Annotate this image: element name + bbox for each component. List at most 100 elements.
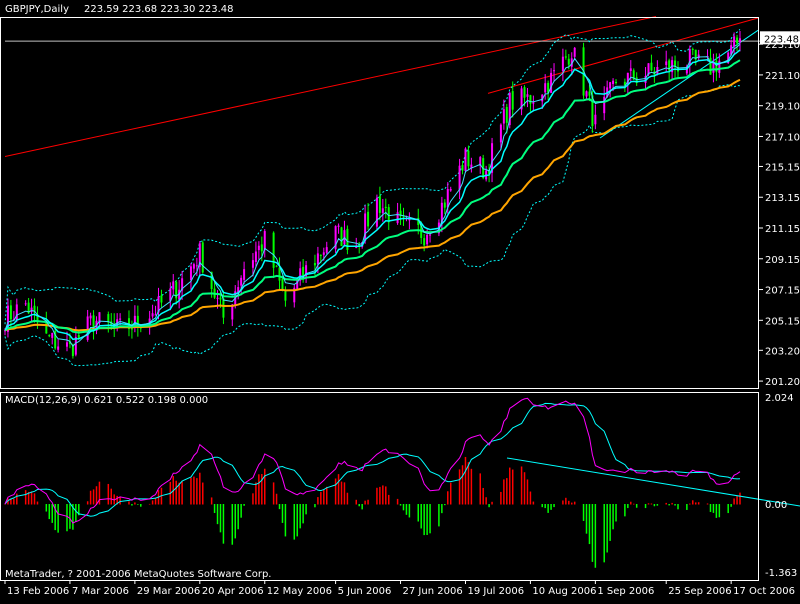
candle-body — [615, 81, 618, 84]
candle-body — [313, 263, 316, 266]
price-axis-label: 201.20 — [765, 377, 800, 388]
candle-body — [322, 252, 325, 255]
candle-body — [544, 83, 547, 93]
chart-svg: GBPJPY,Daily 223.59 223.68 223.30 223.48… — [0, 4, 800, 597]
price-axis-label: 217.10 — [765, 132, 800, 143]
chart-title: GBPJPY,Daily — [5, 4, 69, 15]
candle-body — [325, 247, 328, 253]
candle-body — [278, 267, 281, 281]
candle-body — [523, 87, 526, 98]
candle-body — [505, 106, 508, 123]
candle-body — [588, 91, 591, 96]
candle-body — [396, 212, 399, 224]
candle-body — [192, 264, 195, 269]
candle-body — [573, 47, 576, 57]
candle-body — [665, 61, 668, 66]
time-axis-label: 12 May 2006 — [267, 586, 332, 597]
candle-body — [378, 196, 381, 213]
candle-body — [275, 265, 278, 267]
macd-panel — [4, 397, 800, 568]
candle-body — [375, 197, 378, 227]
candle-body — [567, 58, 570, 65]
candle-body — [240, 277, 243, 286]
candle-body — [15, 304, 18, 321]
candle-body — [532, 102, 535, 104]
time-axis-label: 5 Jun 2006 — [338, 586, 392, 597]
candle-body — [57, 346, 60, 350]
candle-body — [243, 269, 246, 280]
copyright-text: MetaTrader, ? 2001-2006 MetaQuotes Softw… — [5, 569, 271, 580]
candle-body — [612, 80, 615, 84]
candle-body — [172, 281, 175, 290]
channel-line-lower — [487, 17, 759, 94]
candle-body — [467, 150, 470, 167]
candle-body — [263, 231, 266, 250]
ma-mid-line — [4, 59, 741, 334]
candle-body — [650, 62, 653, 71]
candle-body — [402, 216, 405, 218]
candle-body — [550, 72, 553, 93]
macd-axis-label: -1.363 — [765, 568, 797, 579]
candle-body — [89, 315, 92, 319]
candle-body — [257, 245, 260, 251]
candle-body — [222, 298, 225, 318]
candle-body — [86, 316, 89, 340]
candle-body — [458, 165, 461, 190]
candle-body — [189, 266, 192, 281]
price-axis-label: 215.15 — [765, 162, 800, 173]
price-axis-label: 213.15 — [765, 193, 800, 204]
candle-body — [48, 335, 51, 337]
candle-body — [609, 82, 612, 89]
candle-body — [219, 297, 222, 300]
candle-body — [24, 303, 27, 305]
macd-panel-border — [0, 392, 759, 581]
candle-body — [629, 68, 632, 71]
candle-body — [51, 332, 54, 338]
candle-body — [216, 297, 219, 299]
time-axis-label: 27 Jun 2006 — [403, 586, 463, 597]
candle-body — [195, 265, 198, 267]
candle-body — [564, 56, 567, 58]
candle-body — [594, 114, 597, 125]
candle-body — [381, 208, 384, 213]
candle-body — [479, 157, 482, 165]
candle-body — [254, 251, 257, 262]
candle-body — [736, 37, 739, 44]
price-axis-label: 207.15 — [765, 286, 800, 297]
candle-body — [733, 36, 736, 47]
time-axis-label: 1 Sep 2006 — [597, 586, 654, 597]
candle-body — [9, 305, 12, 320]
candle-body — [449, 189, 452, 191]
time-axis-label: 29 Mar 2006 — [137, 586, 200, 597]
axes: 223.10221.10219.10217.10215.15213.15211.… — [4, 31, 800, 597]
candle-body — [340, 227, 343, 247]
candle-body — [739, 38, 741, 43]
bollinger-upper — [4, 29, 741, 325]
chart-window: GBPJPY,Daily 223.59 223.68 223.30 223.48… — [0, 0, 800, 600]
candle-body — [201, 242, 204, 273]
candle-body — [130, 328, 133, 330]
candle-body — [384, 206, 387, 209]
macd-label: MACD(12,26,9) 0.621 0.522 0.198 0.000 — [5, 395, 208, 406]
candle-body — [251, 260, 254, 268]
candle-body — [446, 188, 449, 208]
candle-body — [260, 244, 263, 252]
candle-body — [511, 91, 514, 110]
price-panel — [4, 15, 760, 367]
candle-body — [367, 211, 370, 227]
candle-body — [151, 313, 154, 317]
time-axis-label: 25 Sep 2006 — [668, 586, 731, 597]
price-axis-label: 219.10 — [765, 102, 800, 113]
channel-line-upper — [4, 15, 657, 157]
time-axis-label: 10 Aug 2006 — [532, 586, 596, 597]
candle-body — [65, 342, 68, 347]
candle-body — [281, 278, 284, 290]
current-price-value: 223.48 — [764, 34, 799, 45]
candle-body — [526, 94, 529, 97]
ohlc-values: 223.59 223.68 223.30 223.48 — [84, 4, 234, 15]
time-axis-label: 20 Apr 2006 — [202, 586, 264, 597]
macd-trendline — [506, 457, 800, 507]
candle-body — [461, 165, 464, 171]
candle-body — [443, 202, 446, 208]
candle-body — [529, 95, 532, 104]
